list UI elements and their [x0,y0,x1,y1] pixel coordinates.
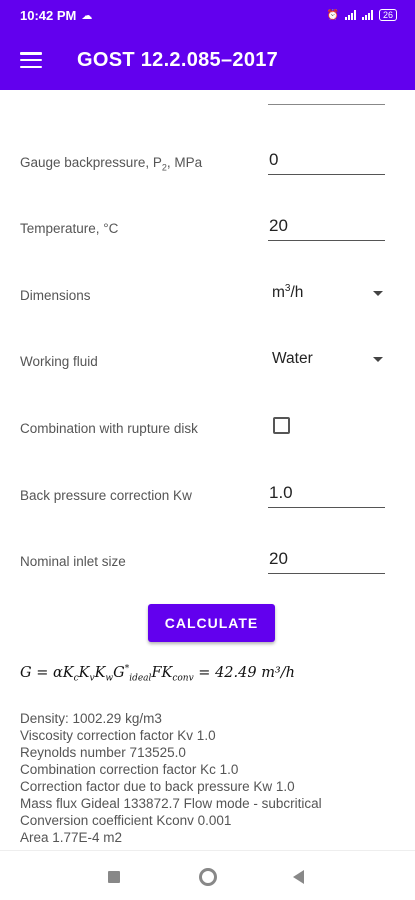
status-icons: ⏰ 26 [327,9,397,21]
result-line: Reynolds number 713525.0 [20,745,186,760]
result-formula: G = αKcKvKwG*idealFKconv = 42.49 m³/h [20,664,295,684]
status-time: 10:42 PM [20,7,77,23]
system-nav-bar [0,850,415,900]
cloud-icon: ☁ [81,9,93,22]
previous-field-underline [268,104,385,105]
calculate-button[interactable]: CALCULATE [148,604,275,642]
dimensions-value: m3/h [272,283,304,302]
working-fluid-value: Water [272,350,313,367]
temperature-input[interactable] [268,211,385,240]
working-fluid-select[interactable]: Water [272,344,387,374]
back-pressure-kw-input[interactable] [268,478,385,507]
back-pressure-kw-row: Back pressure correction Kw [0,474,415,514]
backpressure-row: Gauge backpressure, P2, MPa [0,141,415,181]
inlet-size-row: Nominal inlet size [0,540,415,580]
back-pressure-kw-label: Back pressure correction Kw [20,488,192,503]
page-title: GOST 12.2.085–2017 [77,48,279,71]
working-fluid-row: Working fluid Water [0,340,415,380]
result-line: Mass flux Gideal 133872.7 Flow mode - su… [20,796,322,811]
status-bar: 10:42 PM ☁ ⏰ 26 [0,0,415,30]
app-bar: GOST 12.2.085–2017 [0,30,415,90]
temperature-label: Temperature, °C [20,221,119,236]
battery-icon: 26 [378,9,397,21]
home-icon[interactable] [199,868,217,886]
inlet-size-label: Nominal inlet size [20,554,126,569]
result-line: Viscosity correction factor Kv 1.0 [20,728,216,743]
recents-icon[interactable] [108,871,120,883]
formula-units: m³/h [261,664,295,681]
alarm-icon: ⏰ [326,9,339,21]
dropdown-arrow-icon [373,356,383,362]
backpressure-label: Gauge backpressure, P2, MPa [20,155,203,173]
dimensions-label: Dimensions [20,288,91,303]
backpressure-input[interactable] [268,145,385,174]
rupture-disk-label: Combination with rupture disk [20,421,198,436]
result-line: Area 1.77E-4 m2 [20,830,123,845]
dimensions-row: Dimensions m3/h [0,274,415,314]
signal-icon-2 [361,10,373,20]
rupture-disk-checkbox[interactable] [273,417,290,434]
result-line: Conversion coefficient Kconv 0.001 [20,813,232,828]
formula-result-value: 42.49 [215,664,257,681]
back-icon[interactable] [293,870,304,884]
result-line: Correction factor due to back pressure K… [20,779,295,794]
signal-icon-1 [344,10,356,20]
menu-icon[interactable] [20,52,42,68]
result-line: Combination correction factor Kc 1.0 [20,762,239,777]
result-line: Density: 1002.29 kg/m3 [20,711,162,726]
results-list: Density: 1002.29 kg/m3 Viscosity correct… [20,710,410,846]
dimensions-select[interactable]: m3/h [272,278,387,308]
temperature-row: Temperature, °C [0,207,415,247]
rupture-disk-row: Combination with rupture disk [0,407,415,447]
working-fluid-label: Working fluid [20,354,98,369]
form-scroll-area[interactable]: Gauge backpressure, P2, MPa Temperature,… [0,90,415,850]
dropdown-arrow-icon [373,290,383,296]
inlet-size-input[interactable] [268,544,385,573]
